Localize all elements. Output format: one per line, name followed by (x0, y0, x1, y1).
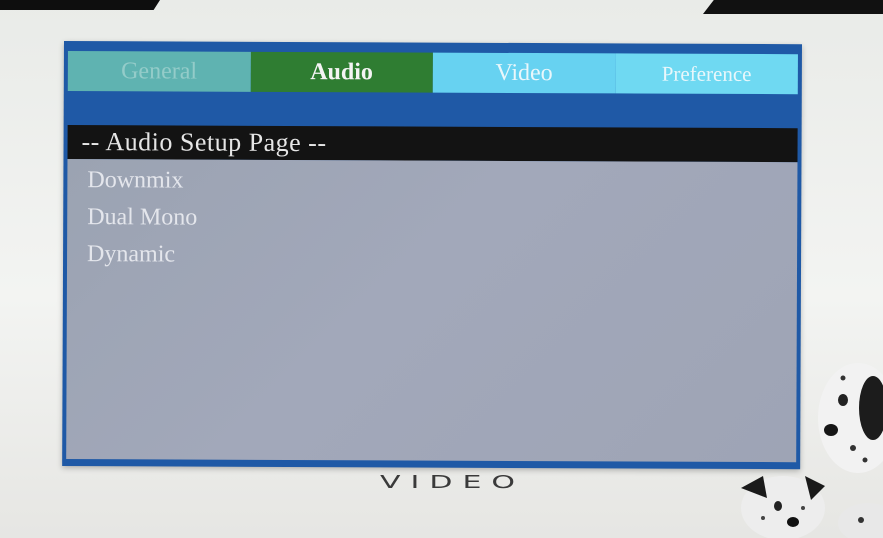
tv-screen: General Audio Video Preference -- Audio … (0, 0, 883, 538)
tab-general[interactable]: General (67, 51, 251, 92)
page-title: -- Audio Setup Page -- (67, 125, 798, 163)
options-list: Downmix Dual Mono Dynamic (66, 159, 798, 463)
dalmatian-dogs-picture (741, 363, 883, 538)
top-right-bezel (703, 0, 883, 14)
tab-audio[interactable]: Audio (250, 51, 433, 93)
brand-logo: VIDEO (380, 472, 526, 493)
option-downmix[interactable]: Downmix (67, 162, 797, 202)
tab-bar: General Audio Video Preference (67, 51, 798, 95)
option-dynamic[interactable]: Dynamic (67, 236, 797, 276)
top-left-bezel (0, 0, 160, 10)
tab-video[interactable]: Video (432, 52, 616, 94)
option-dual-mono[interactable]: Dual Mono (67, 199, 797, 239)
tab-preference[interactable]: Preference (615, 53, 798, 95)
setup-menu: General Audio Video Preference -- Audio … (62, 41, 802, 470)
